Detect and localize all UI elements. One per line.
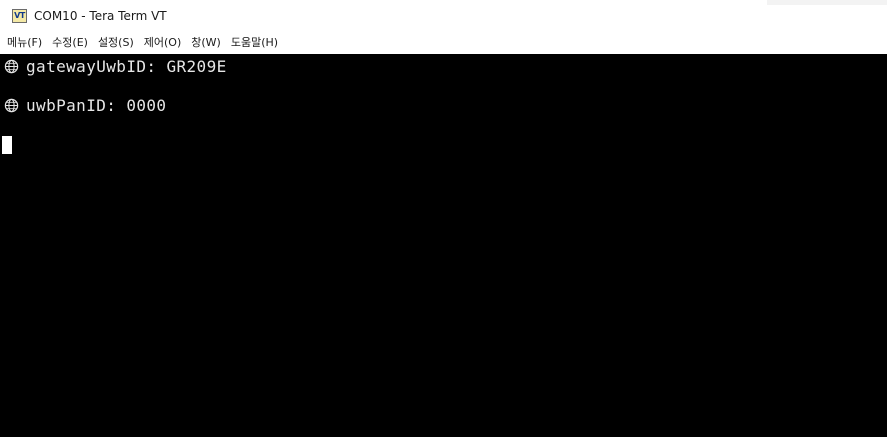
menu-file[interactable]: 메뉴(F) [2, 35, 47, 51]
menu-bar: 메뉴(F) 수정(E) 설정(S) 제어(O) 창(W) 도움말(H) [0, 32, 887, 54]
menu-setup[interactable]: 설정(S) [93, 35, 139, 51]
globe-icon [4, 59, 19, 73]
menu-control[interactable]: 제어(O) [139, 35, 186, 51]
terminal-screen[interactable]: gatewayUwbID: GR209E uwbPanID: 0000 [0, 54, 887, 437]
menu-edit[interactable]: 수정(E) [47, 35, 93, 51]
tera-term-app-icon[interactable]: VT [12, 9, 27, 23]
menu-window[interactable]: 창(W) [186, 35, 226, 51]
menu-help[interactable]: 도움말(H) [226, 35, 283, 51]
terminal-line: gatewayUwbID: GR209E [4, 54, 227, 78]
terminal-line: uwbPanID: 0000 [4, 93, 166, 117]
title-bar[interactable]: VT COM10 - Tera Term VT [0, 0, 887, 32]
globe-icon [4, 98, 19, 112]
background-window-edge [767, 0, 887, 5]
terminal-line-text: uwbPanID: 0000 [26, 95, 167, 115]
tera-term-window: VT COM10 - Tera Term VT 메뉴(F) 수정(E) 설정(S… [0, 0, 887, 437]
terminal-cursor [2, 136, 12, 154]
window-title: COM10 - Tera Term VT [34, 9, 167, 23]
terminal-line-text: gatewayUwbID: GR209E [26, 56, 227, 76]
